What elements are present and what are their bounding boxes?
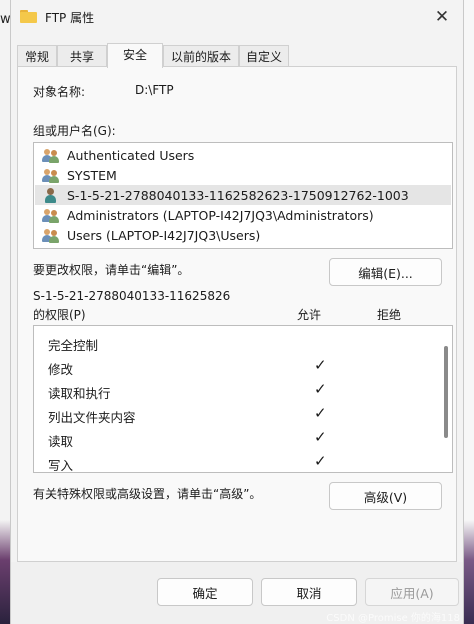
- properties-window: FTP 属性 ✕ 常规 共享 安全 以前的版本 自定义 对象名称: D:\FTP…: [10, 0, 464, 624]
- allow-check-icon: ✓: [314, 428, 327, 446]
- allow-check-icon: ✓: [314, 452, 327, 470]
- permission-name: 读取: [48, 434, 74, 449]
- object-name-value: D:\FTP: [135, 83, 174, 97]
- permission-name: 读取和执行: [48, 386, 111, 401]
- table-row: 修改 ✓: [34, 355, 434, 379]
- tab-sharing[interactable]: 共享: [57, 45, 107, 67]
- groups-list[interactable]: Authenticated Users SYSTEM S-1-5-21-2788…: [33, 142, 453, 249]
- permissions-list[interactable]: 完全控制 修改 ✓ 读取和执行 ✓ 列出文件夹内容 ✓ 读取 ✓ 写入 ✓: [33, 325, 453, 473]
- list-item-label: SYSTEM: [67, 167, 117, 183]
- permissions-title-suffix: 的权限(P): [33, 308, 86, 322]
- edit-hint: 要更改权限，请单击“编辑”。: [33, 263, 190, 277]
- permission-name: 修改: [48, 362, 74, 377]
- permission-name: 完全控制: [48, 338, 99, 353]
- object-name-label: 对象名称:: [33, 85, 86, 99]
- table-row: 读取和执行 ✓: [34, 379, 434, 403]
- allow-check-icon: ✓: [314, 380, 327, 398]
- permissions-title: S-1-5-21-2788040133-11625826: [33, 289, 231, 303]
- ok-button[interactable]: 确定: [157, 578, 253, 606]
- list-item-label: Administrators (LAPTOP-I42J7JQ3\Administ…: [67, 207, 374, 223]
- list-item[interactable]: SYSTEM: [35, 165, 451, 185]
- folder-icon: [20, 10, 37, 23]
- cancel-button[interactable]: 取消: [261, 578, 357, 606]
- close-button[interactable]: ✕: [427, 3, 457, 31]
- groups-label: 组或用户名(G):: [33, 124, 116, 138]
- table-row: 列出文件夹内容 ✓: [34, 403, 434, 427]
- edit-button[interactable]: 编辑(E)...: [329, 258, 442, 286]
- tab-customize[interactable]: 自定义: [239, 45, 289, 67]
- tab-previous-versions[interactable]: 以前的版本: [163, 45, 239, 67]
- table-row: 写入 ✓: [34, 451, 434, 473]
- user-group-icon: [42, 148, 59, 163]
- list-item[interactable]: Users (LAPTOP-I42J7JQ3\Users): [35, 225, 451, 245]
- close-icon: ✕: [434, 7, 450, 27]
- list-item-label: Authenticated Users: [67, 147, 195, 163]
- list-item-selected[interactable]: S-1-5-21-2788040133-1162582623-175091276…: [35, 185, 451, 205]
- window-title: FTP 属性: [45, 11, 95, 25]
- advanced-button[interactable]: 高级(V): [329, 482, 442, 510]
- allow-column-header: 允许: [297, 308, 322, 322]
- deny-column-header: 拒绝: [377, 308, 402, 322]
- apply-button[interactable]: 应用(A): [365, 578, 459, 606]
- allow-check-icon: ✓: [314, 356, 327, 374]
- user-group-icon: [42, 228, 59, 243]
- permission-name: 写入: [48, 458, 74, 473]
- list-item-label: S-1-5-21-2788040133-1162582623-175091276…: [67, 187, 409, 203]
- title-bar[interactable]: FTP 属性 ✕: [11, 0, 463, 34]
- permissions-scrollbar[interactable]: [444, 346, 448, 438]
- user-icon: [42, 187, 59, 203]
- table-row: 完全控制: [34, 331, 434, 355]
- list-item[interactable]: Administrators (LAPTOP-I42J7JQ3\Administ…: [35, 205, 451, 225]
- advanced-hint: 有关特殊权限或高级设置，请单击“高级”。: [33, 487, 262, 501]
- watermark: CSDN @Promise 你的海118: [326, 613, 460, 624]
- allow-check-icon: ✓: [314, 404, 327, 422]
- user-group-icon: [42, 208, 59, 223]
- background-right: [464, 0, 474, 624]
- list-item[interactable]: Authenticated Users: [35, 145, 451, 165]
- list-item-label: Users (LAPTOP-I42J7JQ3\Users): [67, 227, 261, 243]
- permission-name: 列出文件夹内容: [48, 410, 136, 425]
- table-row: 读取 ✓: [34, 427, 434, 451]
- tab-security[interactable]: 安全: [107, 43, 163, 68]
- user-group-icon: [42, 168, 59, 183]
- background-left: [0, 0, 10, 624]
- tab-general[interactable]: 常规: [17, 45, 57, 67]
